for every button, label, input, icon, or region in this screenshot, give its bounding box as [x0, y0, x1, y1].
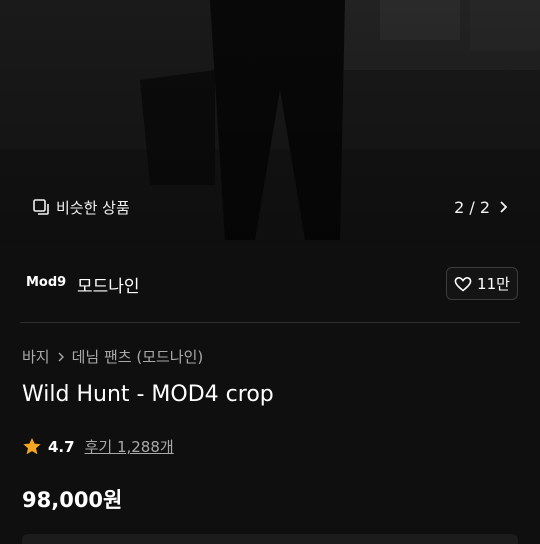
- pager-text: 2 / 2: [454, 197, 490, 217]
- chevron-right-icon: [500, 201, 508, 213]
- chevron-right-icon: [58, 352, 64, 361]
- brand-row[interactable]: Mod9 모드나인 11만: [0, 245, 540, 323]
- review-link[interactable]: 후기 1,288개: [85, 436, 174, 457]
- breadcrumb-subcategory[interactable]: 데님 팬츠 (모드나인): [72, 346, 204, 367]
- rating-row[interactable]: 4.7 후기 1,288개: [22, 436, 174, 457]
- heart-outline-icon: [454, 276, 472, 292]
- image-pager[interactable]: 2 / 2: [454, 193, 510, 221]
- price: 98,000원: [22, 488, 123, 512]
- product-image[interactable]: 비슷한 상품 2 / 2: [0, 0, 540, 245]
- divider: [20, 322, 520, 323]
- brand-name[interactable]: 모드나인: [77, 272, 140, 297]
- breadcrumb: 바지 데님 팬츠 (모드나인): [22, 346, 203, 367]
- copy-icon: [33, 199, 49, 215]
- like-count: 11만: [477, 275, 510, 293]
- rating-value: 4.7: [48, 437, 75, 456]
- similar-products-label: 비슷한 상품: [56, 198, 130, 217]
- breadcrumb-category[interactable]: 바지: [22, 346, 50, 367]
- similar-products-button[interactable]: 비슷한 상품: [32, 193, 130, 221]
- like-button[interactable]: 11만: [446, 267, 518, 300]
- product-title: Wild Hunt - MOD4 crop: [22, 382, 274, 407]
- star-icon: [23, 438, 41, 455]
- bottom-panel: [22, 534, 518, 544]
- brand-logo[interactable]: Mod9: [26, 275, 66, 290]
